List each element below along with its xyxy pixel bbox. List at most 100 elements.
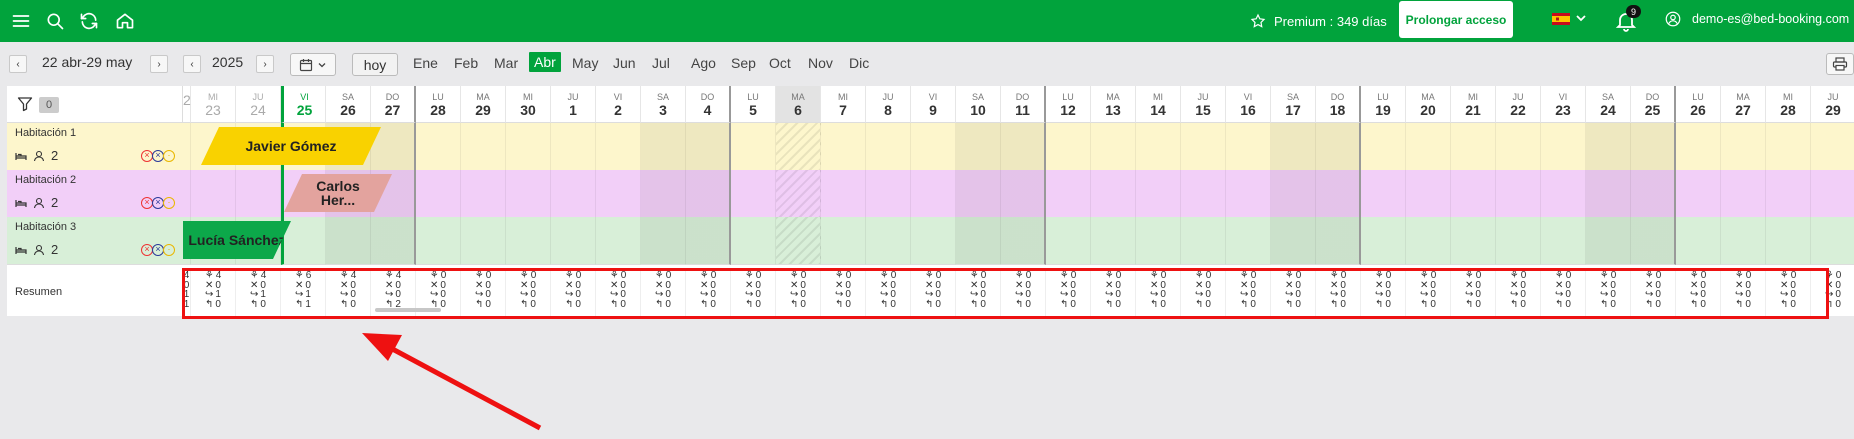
day-header[interactable]: JU 24 (236, 86, 281, 123)
calendar-cell[interactable] (1136, 217, 1181, 265)
calendar-cell[interactable] (1676, 217, 1721, 265)
chevron-down-icon[interactable] (1574, 11, 1588, 25)
calendar-cell[interactable] (1136, 123, 1181, 171)
calendar-cell[interactable] (596, 217, 641, 265)
calendar-cell[interactable] (1361, 170, 1406, 218)
day-header[interactable]: SA 17 (1271, 86, 1316, 123)
room-row-label[interactable]: Habitación 3 2 × × · (7, 217, 183, 265)
calendar-cell[interactable] (1631, 170, 1676, 218)
calendar-cell[interactable] (1451, 217, 1496, 265)
calendar-cell[interactable] (1541, 217, 1586, 265)
day-header[interactable]: MI 14 (1136, 86, 1181, 123)
next-year-button[interactable]: › (256, 55, 274, 73)
calendar-cell[interactable] (416, 170, 461, 218)
calendar-cell[interactable] (1766, 217, 1811, 265)
calendar-cell[interactable] (821, 217, 866, 265)
calendar-cell[interactable] (371, 217, 416, 265)
calendar-cell[interactable] (461, 170, 506, 218)
calendar-cell[interactable] (1181, 217, 1226, 265)
print-button[interactable] (1826, 53, 1854, 75)
day-header[interactable]: MA 20 (1406, 86, 1451, 123)
day-header[interactable]: MI 28 (1766, 86, 1811, 123)
calendar-cell[interactable] (1496, 123, 1541, 171)
day-header[interactable]: LU 12 (1046, 86, 1091, 123)
calendar-cell[interactable] (911, 217, 956, 265)
calendar-cell[interactable] (911, 170, 956, 218)
day-header[interactable]: MI 30 (506, 86, 551, 123)
day-header[interactable]: DO 25 (1631, 86, 1676, 123)
calendar-cell[interactable] (686, 170, 731, 218)
calendar-cell[interactable] (1046, 123, 1091, 171)
calendar-cell[interactable] (551, 123, 596, 171)
day-header[interactable]: SA 10 (956, 86, 1001, 123)
calendar-cell[interactable] (1586, 170, 1631, 218)
calendar-cell[interactable] (183, 123, 191, 171)
calendar-cell[interactable] (1001, 170, 1046, 218)
calendar-cell[interactable] (1001, 123, 1046, 171)
next-range-button[interactable]: › (150, 55, 168, 73)
calendar-cell[interactable] (1631, 217, 1676, 265)
room-row-label[interactable]: Habitación 2 2 × × · (7, 170, 183, 218)
calendar-cell[interactable] (821, 170, 866, 218)
calendar-cell[interactable] (1586, 217, 1631, 265)
calendar-cell[interactable] (1091, 170, 1136, 218)
month-nov[interactable]: Nov (808, 55, 833, 71)
calendar-cell[interactable] (1181, 123, 1226, 171)
calendar-cell[interactable] (1046, 170, 1091, 218)
day-header[interactable]: MA 13 (1091, 86, 1136, 123)
calendar-cell[interactable] (1721, 170, 1766, 218)
home-icon[interactable] (113, 9, 137, 33)
calendar-cell[interactable] (956, 170, 1001, 218)
day-header[interactable]: JU 22 (1496, 86, 1541, 123)
booking-block[interactable]: Javier Gómez (201, 127, 381, 165)
day-header[interactable]: JU 29 (1811, 86, 1854, 123)
calendar-cell[interactable] (866, 123, 911, 171)
horizontal-scrollbar[interactable] (375, 308, 441, 312)
day-header[interactable]: DO 27 (371, 86, 416, 123)
calendar-cell[interactable] (776, 170, 821, 218)
calendar-cell[interactable] (1496, 217, 1541, 265)
room-status-icons[interactable]: × × · (141, 197, 175, 209)
prev-range-button[interactable]: ‹ (9, 55, 27, 73)
calendar-cell[interactable] (1496, 170, 1541, 218)
day-header[interactable]: JU 8 (866, 86, 911, 123)
month-dic[interactable]: Dic (849, 55, 869, 71)
day-header[interactable]: JU 15 (1181, 86, 1226, 123)
calendar-cell[interactable] (1316, 170, 1361, 218)
month-ene[interactable]: Ene (413, 55, 438, 71)
calendar-cell[interactable] (191, 170, 236, 218)
booking-block[interactable]: Carlos Her... (284, 174, 392, 212)
calendar-cell[interactable] (776, 123, 821, 171)
day-header[interactable]: MI 23 (191, 86, 236, 123)
calendar-cell[interactable] (183, 170, 191, 218)
calendar-cell[interactable] (1316, 217, 1361, 265)
calendar-cell[interactable] (1046, 217, 1091, 265)
calendar-cell[interactable] (416, 217, 461, 265)
calendar-cell[interactable] (641, 123, 686, 171)
month-mar[interactable]: Mar (494, 55, 518, 71)
month-feb[interactable]: Feb (454, 55, 478, 71)
calendar-cell[interactable] (641, 170, 686, 218)
day-header[interactable]: VI 25 (281, 86, 326, 123)
calendar-cell[interactable] (731, 217, 776, 265)
circle-yellow-icon[interactable]: · (163, 244, 175, 256)
calendar-picker-button[interactable] (290, 53, 336, 76)
calendar-cell[interactable] (821, 123, 866, 171)
calendar-cell[interactable] (1136, 170, 1181, 218)
calendar-cell[interactable] (506, 217, 551, 265)
month-oct[interactable]: Oct (769, 55, 791, 71)
day-header[interactable]: SA 24 (1586, 86, 1631, 123)
calendar-cell[interactable] (416, 123, 461, 171)
spain-flag-icon[interactable] (1552, 13, 1570, 25)
refresh-icon[interactable] (77, 9, 101, 33)
calendar-cell[interactable] (641, 217, 686, 265)
calendar-cell[interactable] (461, 123, 506, 171)
day-header[interactable]: DO 4 (686, 86, 731, 123)
calendar-cell[interactable] (1766, 170, 1811, 218)
day-header[interactable]: DO 11 (1001, 86, 1046, 123)
extend-access-button[interactable]: Prolongar acceso (1399, 1, 1513, 38)
calendar-cell[interactable] (1361, 217, 1406, 265)
calendar-cell[interactable] (1721, 123, 1766, 171)
calendar-cell[interactable] (551, 217, 596, 265)
calendar-cell[interactable] (1586, 123, 1631, 171)
